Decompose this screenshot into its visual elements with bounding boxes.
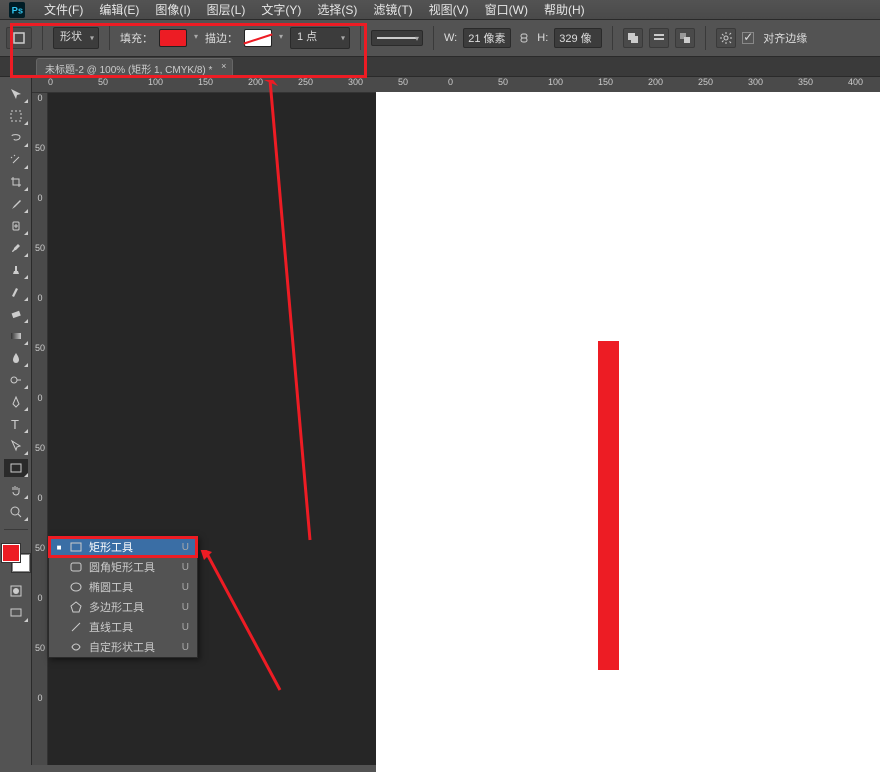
path-select-tool[interactable] <box>4 437 28 455</box>
flyout-item-key: U <box>182 542 189 553</box>
marquee-tool[interactable] <box>4 107 28 125</box>
arrange-icon[interactable] <box>675 28 695 48</box>
healing-tool[interactable] <box>4 217 28 235</box>
width-label: W: <box>444 32 457 44</box>
fill-color-swatch[interactable] <box>159 29 187 47</box>
flyout-custom-shape-tool[interactable]: 自定形状工具 U <box>49 637 197 657</box>
flyout-item-key: U <box>182 642 189 653</box>
watermark-sub: jiaocheng.chazidian.com <box>746 750 868 761</box>
polygon-icon <box>69 600 83 614</box>
menu-file[interactable]: 文件(F) <box>36 1 91 18</box>
eraser-tool[interactable] <box>4 305 28 323</box>
menu-edit[interactable]: 编辑(E) <box>91 1 147 18</box>
vertical-ruler: 0500500500500500500 <box>32 93 48 765</box>
flyout-ellipse-tool[interactable]: 椭圆工具 U <box>49 577 197 597</box>
flyout-item-label: 多边形工具 <box>89 599 176 615</box>
align-icon[interactable] <box>649 28 669 48</box>
menu-select[interactable]: 选择(S) <box>309 1 365 18</box>
stroke-width-dropdown[interactable]: 1 点 <box>290 27 350 49</box>
watermark-main: 查字典 教程网 <box>746 736 868 750</box>
flyout-polygon-tool[interactable]: 多边形工具 U <box>49 597 197 617</box>
dodge-tool[interactable] <box>4 371 28 389</box>
horizontal-ruler: 0501001502002503005005010015020025030035… <box>32 77 880 93</box>
line-icon <box>69 620 83 634</box>
stroke-color-swatch[interactable] <box>244 29 272 47</box>
tools-panel: T <box>0 77 32 765</box>
canvas-background <box>48 93 880 765</box>
hand-tool[interactable] <box>4 481 28 499</box>
move-tool[interactable] <box>4 85 28 103</box>
quickmask-icon[interactable] <box>4 582 28 600</box>
flyout-item-label: 矩形工具 <box>89 539 176 555</box>
rounded-rect-icon <box>69 560 83 574</box>
svg-text:Ps: Ps <box>12 5 23 15</box>
pathop-combine-icon[interactable] <box>623 28 643 48</box>
flyout-item-label: 椭圆工具 <box>89 579 176 595</box>
flyout-rectangle-tool[interactable]: ■ 矩形工具 U <box>49 537 197 557</box>
gear-icon[interactable] <box>716 28 736 48</box>
blur-tool[interactable] <box>4 349 28 367</box>
menu-bar: Ps 文件(F) 编辑(E) 图像(I) 图层(L) 文字(Y) 选择(S) 滤… <box>0 0 880 20</box>
options-bar: 形状 填充： 描边： 1 点 W: H: 对齐边缘 <box>0 20 880 57</box>
flyout-item-key: U <box>182 602 189 613</box>
pen-tool[interactable] <box>4 393 28 411</box>
shape-tool-flyout: ■ 矩形工具 U 圆角矩形工具 U 椭圆工具 U 多边形工具 U 直线工具 U … <box>48 536 198 658</box>
history-brush-tool[interactable] <box>4 283 28 301</box>
menu-filter[interactable]: 滤镜(T) <box>365 1 420 18</box>
app-logo: Ps <box>6 2 28 18</box>
stamp-tool[interactable] <box>4 261 28 279</box>
flyout-item-key: U <box>182 582 189 593</box>
flyout-item-key: U <box>182 562 189 573</box>
custom-shape-icon <box>69 640 83 654</box>
align-edges-checkbox[interactable] <box>742 32 754 44</box>
stroke-style-dropdown[interactable] <box>371 30 423 46</box>
document-tab-bar: 未标题-2 @ 100% (矩形 1, CMYK/8) * × <box>0 57 880 77</box>
eyedropper-tool[interactable] <box>4 195 28 213</box>
menu-help[interactable]: 帮助(H) <box>536 1 593 18</box>
drawn-rectangle-shape[interactable] <box>598 341 619 670</box>
gradient-tool[interactable] <box>4 327 28 345</box>
color-swatches[interactable] <box>2 544 30 572</box>
menu-image[interactable]: 图像(I) <box>147 1 198 18</box>
flyout-item-label: 直线工具 <box>89 619 176 635</box>
menu-type[interactable]: 文字(Y) <box>253 1 309 18</box>
menu-layer[interactable]: 图层(L) <box>199 1 254 18</box>
flyout-selected-marker: ■ <box>55 543 63 552</box>
rectangle-icon <box>69 540 83 554</box>
fill-label: 填充： <box>120 30 153 46</box>
active-tool-indicator[interactable] <box>6 27 32 49</box>
magic-wand-tool[interactable] <box>4 151 28 169</box>
height-label: H: <box>537 32 548 44</box>
document-tab-title: 未标题-2 @ 100% (矩形 1, CMYK/8) * <box>45 65 212 76</box>
flyout-rounded-rect-tool[interactable]: 圆角矩形工具 U <box>49 557 197 577</box>
crop-tool[interactable] <box>4 173 28 191</box>
stroke-label: 描边： <box>205 30 238 46</box>
flyout-item-key: U <box>182 622 189 633</box>
canvas[interactable] <box>376 92 880 772</box>
type-tool[interactable]: T <box>4 415 28 433</box>
svg-text:T: T <box>11 417 19 431</box>
brush-tool[interactable] <box>4 239 28 257</box>
watermark: 查字典 教程网 jiaocheng.chazidian.com <box>746 736 868 761</box>
align-edges-label: 对齐边缘 <box>763 30 807 46</box>
fg-color-swatch[interactable] <box>2 544 20 562</box>
screenmode-icon[interactable] <box>4 604 28 622</box>
close-tab-icon[interactable]: × <box>221 61 226 71</box>
flyout-item-label: 圆角矩形工具 <box>89 559 176 575</box>
lasso-tool[interactable] <box>4 129 28 147</box>
height-input[interactable] <box>554 28 602 48</box>
menu-view[interactable]: 视图(V) <box>421 1 477 18</box>
rectangle-tool[interactable] <box>4 459 28 477</box>
flyout-line-tool[interactable]: 直线工具 U <box>49 617 197 637</box>
document-tab[interactable]: 未标题-2 @ 100% (矩形 1, CMYK/8) * × <box>36 58 233 76</box>
shape-mode-dropdown[interactable]: 形状 <box>53 27 99 49</box>
width-input[interactable] <box>463 28 511 48</box>
zoom-tool[interactable] <box>4 503 28 521</box>
ellipse-icon <box>69 580 83 594</box>
link-wh-icon[interactable] <box>517 31 531 45</box>
menu-window[interactable]: 窗口(W) <box>477 1 536 18</box>
flyout-item-label: 自定形状工具 <box>89 639 176 655</box>
